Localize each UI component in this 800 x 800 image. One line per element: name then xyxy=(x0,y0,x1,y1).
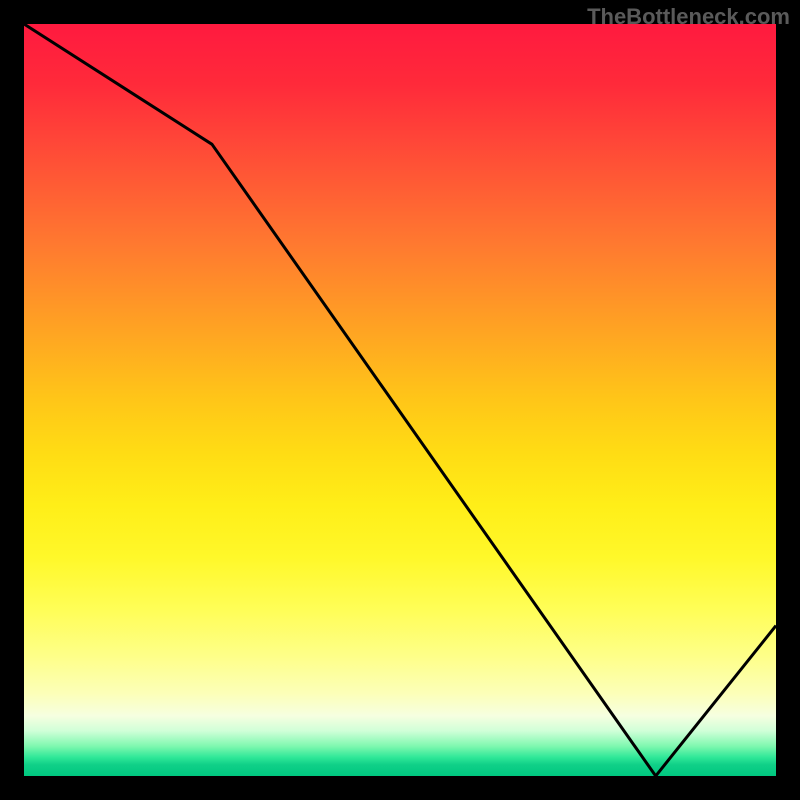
attribution-text: TheBottleneck.com xyxy=(587,4,790,30)
chart-container: TheBottleneck.com xyxy=(0,0,800,800)
data-line xyxy=(24,24,776,776)
line-chart-svg xyxy=(24,24,776,776)
plot-area xyxy=(24,24,776,776)
